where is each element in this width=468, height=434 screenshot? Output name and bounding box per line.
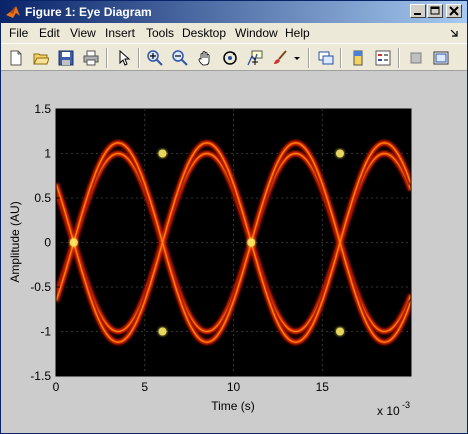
menu-view[interactable]: View — [70, 26, 96, 40]
brush-dropdown[interactable] — [291, 47, 303, 69]
toolbar-separator — [138, 48, 140, 68]
colorbar-icon — [353, 50, 363, 66]
pointer-icon — [119, 50, 131, 66]
toolbar-separator — [340, 48, 342, 68]
show-plot-tools-icon — [433, 51, 449, 65]
colorbar-button[interactable] — [347, 47, 369, 69]
pan-hand-icon — [198, 51, 210, 66]
chevron-down-icon — [294, 57, 300, 60]
title-bar[interactable]: Figure 1: Eye Diagram — [1, 1, 467, 23]
rotate-3d-icon — [223, 51, 237, 65]
rotate-button[interactable] — [219, 47, 241, 69]
toolbar-separator — [106, 48, 108, 68]
maximize-icon — [430, 6, 440, 15]
figure-toolbar — [1, 43, 467, 71]
zoom-out-button[interactable] — [169, 47, 191, 69]
toolbar-separator — [398, 48, 400, 68]
y-tick-label: -1 — [40, 325, 51, 339]
save-button[interactable] — [55, 47, 77, 69]
open-file-icon — [33, 53, 49, 65]
hide-plot-tools-icon — [410, 52, 422, 64]
x-axis-label: Time (s) — [211, 399, 255, 413]
crossing-hotspot — [336, 327, 344, 336]
new-figure-button[interactable] — [5, 47, 27, 69]
menu-desktop[interactable]: Desktop — [182, 26, 226, 40]
close-icon — [449, 6, 459, 16]
pan-button[interactable] — [194, 47, 216, 69]
brush-button[interactable] — [269, 47, 291, 69]
x-exponent-power: -3 — [402, 400, 410, 410]
y-tick-label: -0.5 — [30, 280, 51, 294]
menu-edit[interactable]: Edit — [39, 26, 60, 40]
crossing-hotspot — [158, 327, 167, 336]
eye-diagram-plot[interactable]: 0 5 10 151.510.50-0.5-1-1.5 Amplitude (AU) … — [1, 71, 467, 433]
y-tick-label: 1.5 — [34, 102, 51, 116]
window-title: Figure 1: Eye Diagram — [25, 5, 152, 19]
print-icon — [83, 50, 99, 66]
x-tick-label: 5 — [141, 380, 148, 394]
close-button[interactable] — [446, 4, 462, 18]
menu-help[interactable]: Help — [285, 26, 310, 40]
zoom-in-icon — [147, 50, 163, 66]
dock-arrow-icon[interactable] — [449, 27, 459, 41]
zoom-in-button[interactable] — [144, 47, 166, 69]
crossing-hotspot — [336, 149, 344, 158]
hide-plot-tools-button[interactable] — [405, 47, 427, 69]
y-axis-label: Amplitude (AU) — [8, 201, 22, 282]
menu-file[interactable]: File — [9, 26, 28, 40]
data-cursor-button[interactable] — [244, 47, 266, 69]
crossing-hotspot — [69, 238, 78, 247]
open-file-button[interactable] — [30, 47, 52, 69]
pointer-button[interactable] — [113, 47, 135, 69]
link-plot-icon — [318, 51, 334, 65]
toolbar-separator — [308, 48, 310, 68]
print-button[interactable] — [80, 47, 102, 69]
y-tick-label: -1.5 — [30, 369, 51, 383]
menu-window[interactable]: Window — [235, 26, 278, 40]
crossing-hotspot — [247, 238, 256, 247]
x-tick-label: 10 — [227, 380, 241, 394]
legend-icon — [375, 50, 391, 66]
show-plot-tools-button[interactable] — [430, 47, 452, 69]
x-exponent-label: x 10 — [377, 404, 400, 418]
x-tick-label: 15 — [316, 380, 330, 394]
crossing-hotspot — [158, 149, 167, 158]
maximize-button[interactable] — [427, 4, 443, 18]
brush-icon — [274, 50, 287, 64]
link-plot-button[interactable] — [315, 47, 337, 69]
matlab-logo-icon — [5, 4, 21, 20]
minimize-icon — [414, 13, 421, 15]
figure-window: Figure 1: Eye Diagram File Edit View Ins… — [0, 0, 468, 434]
zoom-out-icon — [172, 50, 188, 66]
save-icon — [58, 50, 74, 66]
data-cursor-icon — [247, 50, 263, 66]
y-tick-label: 1 — [44, 147, 51, 161]
menu-insert[interactable]: Insert — [105, 26, 135, 40]
menu-bar: File Edit View Insert Tools Desktop Wind… — [1, 23, 467, 43]
legend-button[interactable] — [372, 47, 394, 69]
y-tick-label: 0.5 — [34, 191, 51, 205]
minimize-button[interactable] — [410, 4, 426, 18]
x-tick-label: 0 — [53, 380, 60, 394]
menu-tools[interactable]: Tools — [146, 26, 174, 40]
new-figure-icon — [10, 50, 22, 66]
y-tick-label: 0 — [44, 236, 51, 250]
